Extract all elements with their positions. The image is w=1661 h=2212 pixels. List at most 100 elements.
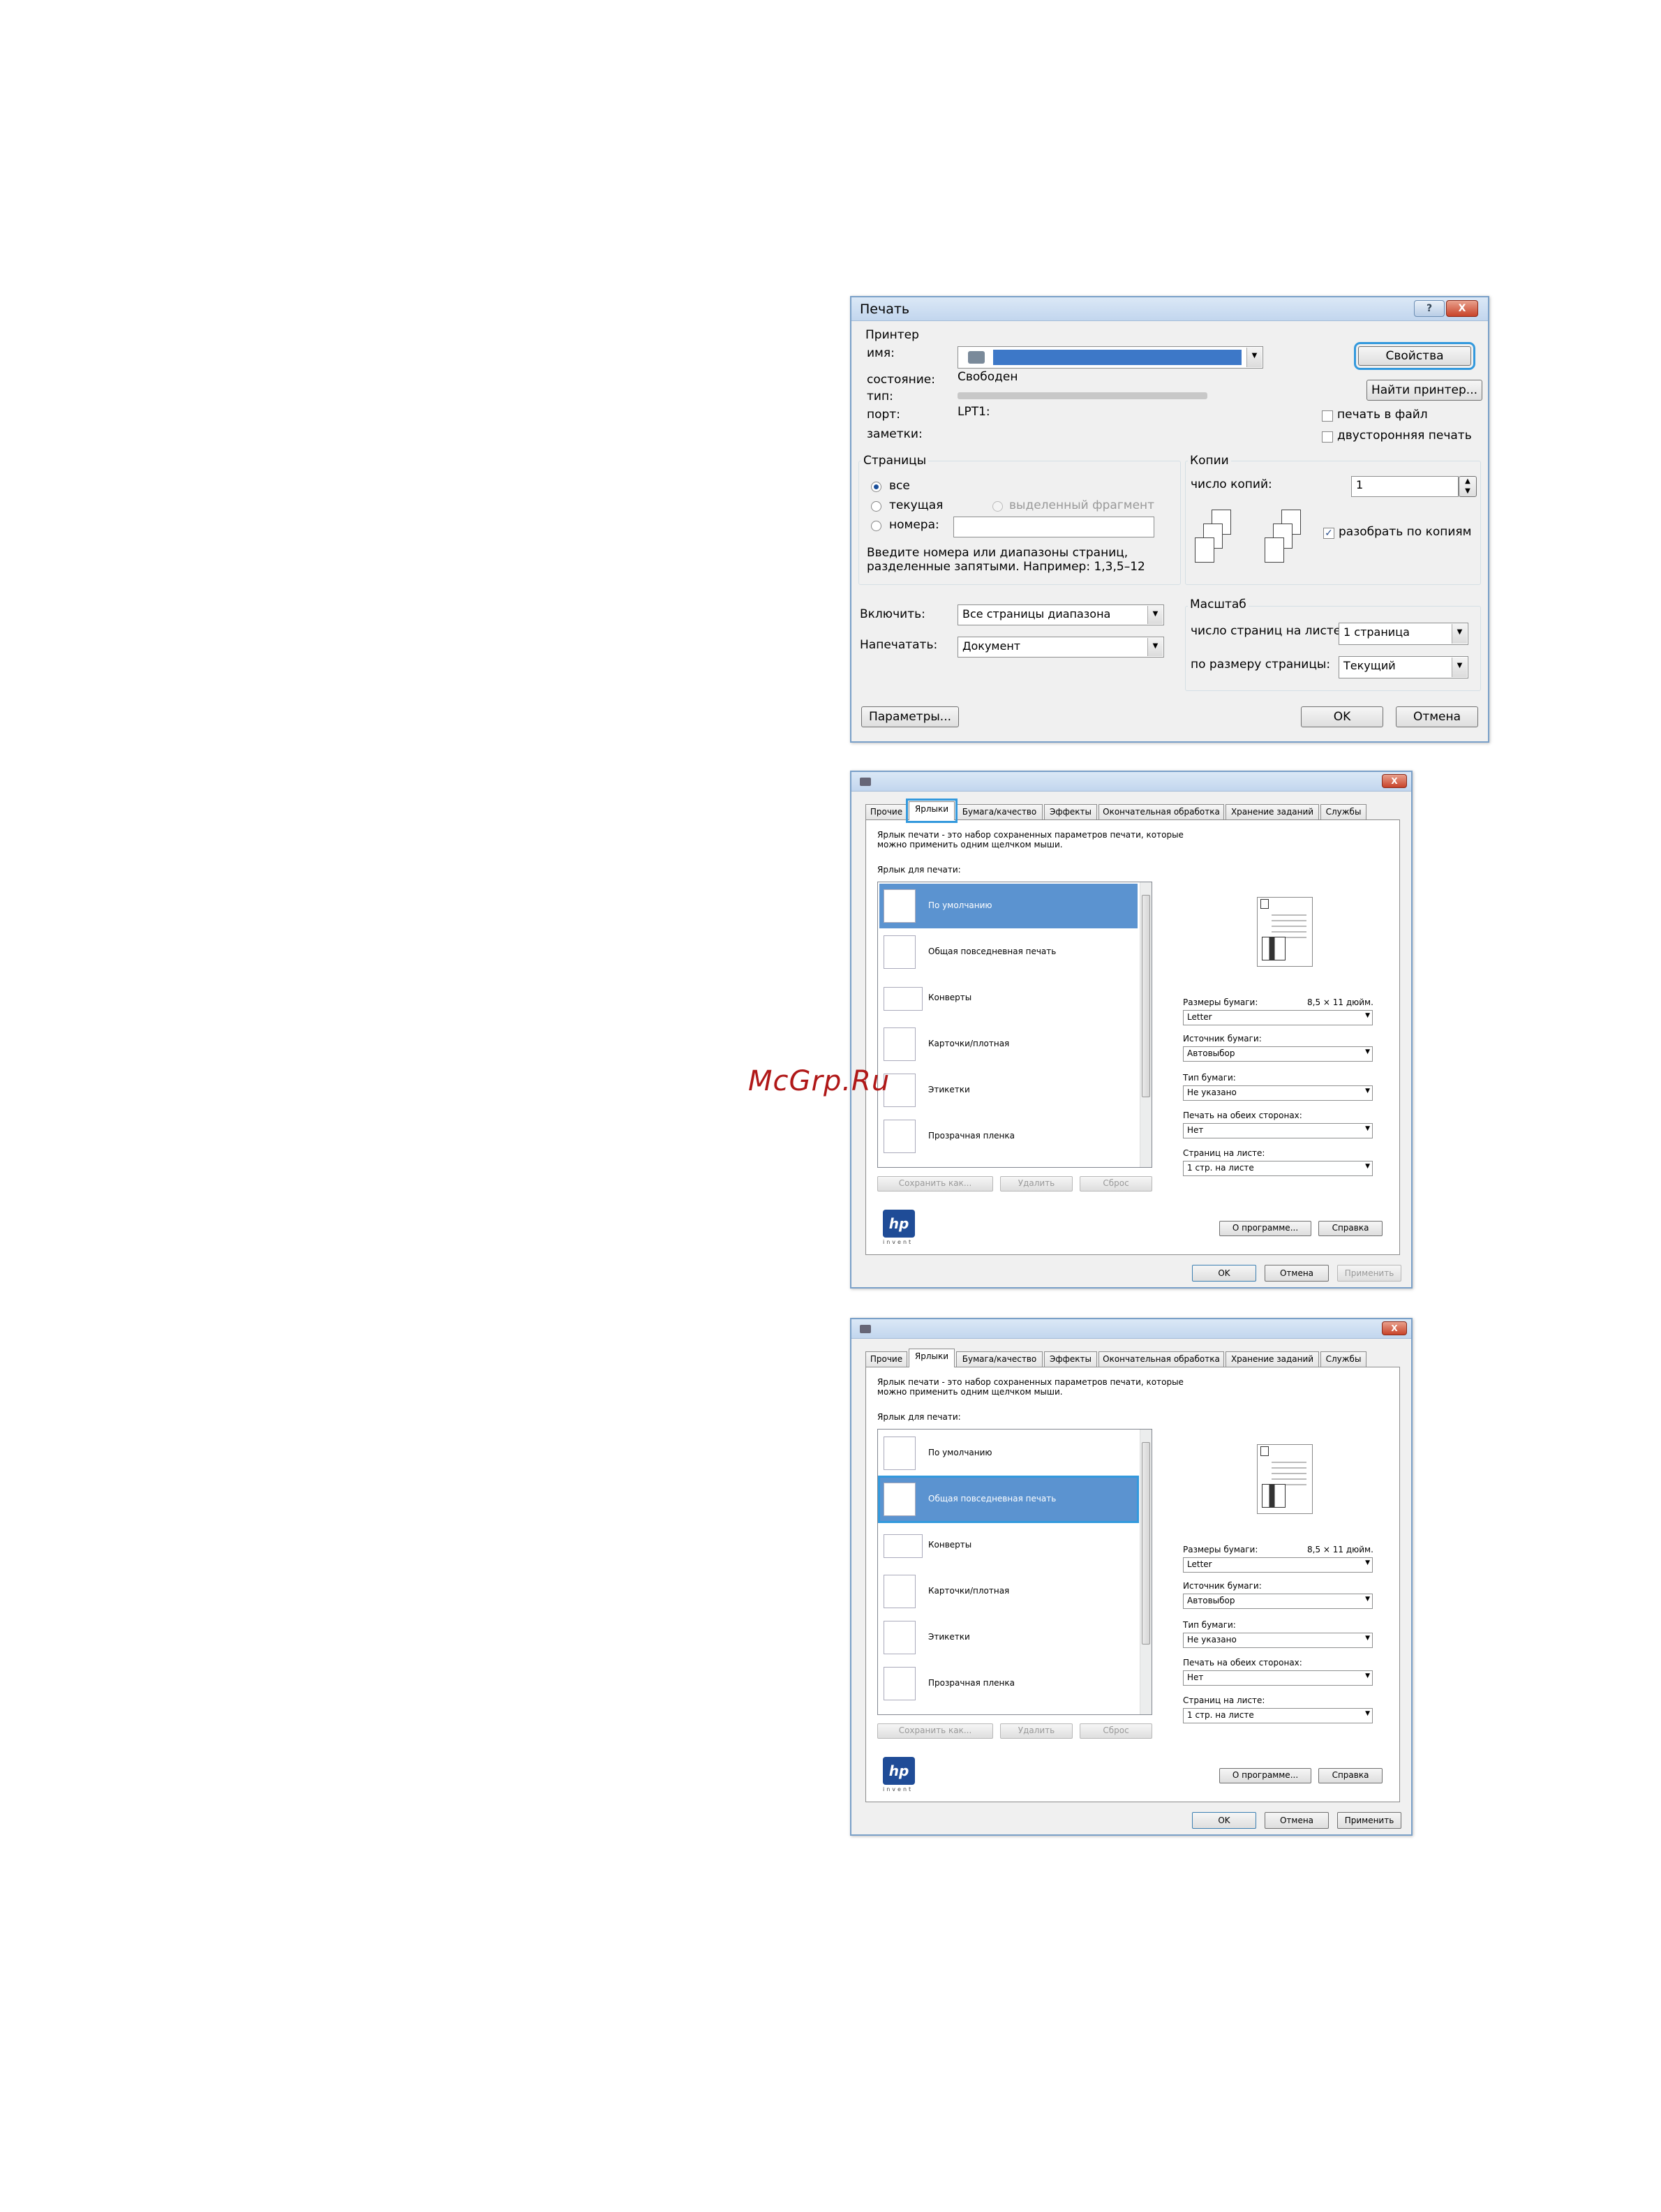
tab-effects[interactable]: Эффекты xyxy=(1044,804,1097,819)
save-as-button[interactable]: Сохранить как... xyxy=(877,1723,993,1739)
list-scrollbar[interactable] xyxy=(1140,882,1152,1167)
paper-type-select[interactable]: Не указано ▼ xyxy=(1183,1085,1373,1101)
chevron-down-icon[interactable]: ▼ xyxy=(1452,658,1467,677)
tab-shortcuts[interactable]: Ярлыки xyxy=(906,799,958,823)
printer-name-select[interactable]: ▼ xyxy=(958,346,1263,369)
options-button[interactable]: Параметры... xyxy=(861,706,959,727)
chevron-down-icon[interactable]: ▼ xyxy=(1365,1163,1370,1170)
tab-effects[interactable]: Эффекты xyxy=(1044,1351,1097,1367)
paper-source-select[interactable]: Автовыбор ▼ xyxy=(1183,1046,1373,1062)
paper-type-select[interactable]: Не указано ▼ xyxy=(1183,1633,1373,1648)
tab-job-storage[interactable]: Хранение заданий xyxy=(1226,804,1319,819)
delete-button[interactable]: Удалить xyxy=(1000,1176,1073,1192)
tab-paper-quality[interactable]: Бумага/качество xyxy=(956,804,1043,819)
chevron-down-icon[interactable]: ▼ xyxy=(1147,606,1163,624)
delete-button[interactable]: Удалить xyxy=(1000,1723,1073,1739)
title-bar: X xyxy=(851,1319,1411,1339)
close-icon[interactable]: X xyxy=(1382,1321,1407,1335)
paper-size-select[interactable]: Letter ▼ xyxy=(1183,1010,1373,1025)
tab-finishing[interactable]: Окончательная обработка xyxy=(1098,804,1224,819)
ok-button[interactable]: OK xyxy=(1192,1812,1256,1829)
list-item[interactable]: Общая повседневная печать xyxy=(879,930,1138,974)
chevron-down-icon[interactable]: ▼ xyxy=(1365,1635,1370,1642)
chevron-down-icon[interactable]: ▼ xyxy=(1365,1596,1370,1603)
shortcut-list[interactable]: По умолчанию Общая повседневная печать К… xyxy=(877,1429,1152,1715)
tab-finishing[interactable]: Окончательная обработка xyxy=(1098,1351,1224,1367)
chevron-down-icon[interactable]: ▼ xyxy=(1365,1559,1370,1566)
close-icon[interactable]: X xyxy=(1382,774,1407,788)
list-item[interactable]: Конверты xyxy=(879,976,1138,1020)
copies-input[interactable]: 1 xyxy=(1351,476,1459,497)
chevron-down-icon[interactable]: ▼ xyxy=(1246,348,1262,367)
list-item[interactable]: По умолчанию xyxy=(879,1431,1138,1476)
print-to-file-checkbox[interactable] xyxy=(1322,410,1333,422)
all-pages-radio[interactable] xyxy=(871,482,881,492)
fit-select[interactable]: Текущий ▼ xyxy=(1339,656,1468,678)
paper-size-dims: 8,5 × 11 дюйм. xyxy=(1307,997,1373,1007)
tab-shortcuts[interactable]: Ярлыки xyxy=(909,1349,955,1367)
list-item[interactable]: Этикетки xyxy=(879,1615,1138,1660)
save-as-button[interactable]: Сохранить как... xyxy=(877,1176,993,1192)
apply-button[interactable]: Применить xyxy=(1337,1265,1401,1282)
find-printer-button[interactable]: Найти принтер... xyxy=(1366,380,1482,401)
about-button[interactable]: О программе... xyxy=(1219,1221,1311,1236)
duplex-checkbox[interactable] xyxy=(1322,431,1333,443)
chevron-down-icon[interactable]: ▼ xyxy=(1147,638,1163,656)
ok-button[interactable]: OK xyxy=(1192,1265,1256,1282)
cancel-button[interactable]: Отмена xyxy=(1265,1265,1329,1282)
chevron-down-icon[interactable]: ▼ xyxy=(1365,1048,1370,1055)
current-page-label: текущая xyxy=(889,498,944,512)
page-numbers-input[interactable] xyxy=(953,517,1154,537)
list-scrollbar[interactable] xyxy=(1140,1430,1152,1714)
help-button[interactable]: Справка xyxy=(1318,1221,1383,1236)
reset-button[interactable]: Сброс xyxy=(1080,1176,1152,1192)
cancel-button[interactable]: Отмена xyxy=(1265,1812,1329,1829)
duplex-select[interactable]: Нет ▼ xyxy=(1183,1670,1373,1686)
shortcut-list[interactable]: По умолчанию Общая повседневная печать К… xyxy=(877,882,1152,1168)
include-select[interactable]: Все страницы диапазона ▼ xyxy=(958,604,1164,625)
list-item[interactable]: Карточки/плотная xyxy=(879,1022,1138,1067)
ok-button[interactable]: OK xyxy=(1301,706,1383,727)
reset-button[interactable]: Сброс xyxy=(1080,1723,1152,1739)
selection-radio[interactable] xyxy=(992,501,1003,512)
tab-paper-quality[interactable]: Бумага/качество xyxy=(956,1351,1043,1367)
list-item[interactable]: Прозрачная пленка xyxy=(879,1114,1138,1159)
paper-source-select[interactable]: Автовыбор ▼ xyxy=(1183,1594,1373,1609)
help-button[interactable]: Справка xyxy=(1318,1768,1383,1783)
copies-spinner[interactable]: ▲ ▼ xyxy=(1459,476,1477,497)
chevron-down-icon[interactable]: ▼ xyxy=(1365,1672,1370,1679)
cancel-button[interactable]: Отмена xyxy=(1396,706,1478,727)
list-item[interactable]: Общая повседневная печать xyxy=(878,1476,1139,1523)
collate-checkbox[interactable]: ✓ xyxy=(1323,528,1334,539)
pages-per-sheet-select[interactable]: 1 стр. на листе ▼ xyxy=(1183,1161,1373,1176)
close-icon[interactable]: X xyxy=(1446,300,1478,317)
paper-type-label: Тип бумаги: xyxy=(1183,1620,1236,1630)
type-label: тип: xyxy=(867,389,893,403)
tab-job-storage[interactable]: Хранение заданий xyxy=(1226,1351,1319,1367)
page-numbers-radio[interactable] xyxy=(871,521,881,531)
tab-services[interactable]: Службы xyxy=(1320,804,1366,819)
chevron-down-icon[interactable]: ▼ xyxy=(1365,1012,1370,1019)
help-icon[interactable]: ? xyxy=(1414,300,1445,317)
print-what-select[interactable]: Документ ▼ xyxy=(958,637,1164,658)
tab-services[interactable]: Службы xyxy=(1320,1351,1366,1367)
pages-per-sheet-select[interactable]: 1 стр. на листе ▼ xyxy=(1183,1708,1373,1723)
list-item[interactable]: Прозрачная пленка xyxy=(879,1661,1138,1706)
chevron-down-icon[interactable]: ▼ xyxy=(1452,624,1467,644)
list-item[interactable]: Конверты xyxy=(879,1523,1138,1568)
tab-other[interactable]: Прочие xyxy=(865,1351,907,1367)
list-item[interactable]: Карточки/плотная xyxy=(879,1569,1138,1614)
apply-button[interactable]: Применить xyxy=(1337,1812,1401,1829)
pages-per-sheet-select[interactable]: 1 страница ▼ xyxy=(1339,623,1468,645)
list-item[interactable]: По умолчанию xyxy=(879,884,1138,928)
chevron-down-icon[interactable]: ▼ xyxy=(1365,1710,1370,1717)
list-item[interactable]: Этикетки xyxy=(879,1068,1138,1113)
paper-size-select[interactable]: Letter ▼ xyxy=(1183,1557,1373,1573)
chevron-down-icon[interactable]: ▼ xyxy=(1365,1125,1370,1132)
properties-button[interactable]: Свойства xyxy=(1354,342,1475,370)
tab-other[interactable]: Прочие xyxy=(865,804,907,819)
current-page-radio[interactable] xyxy=(871,501,881,512)
chevron-down-icon[interactable]: ▼ xyxy=(1365,1088,1370,1094)
about-button[interactable]: О программе... xyxy=(1219,1768,1311,1783)
duplex-select[interactable]: Нет ▼ xyxy=(1183,1123,1373,1138)
